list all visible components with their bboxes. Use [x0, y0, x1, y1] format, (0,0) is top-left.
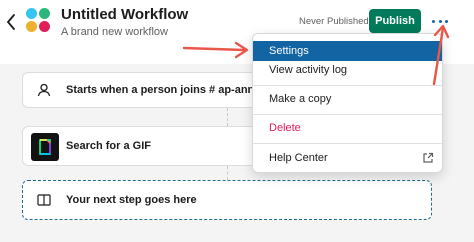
- workflow-options-menu: Settings View activity log Make a copy D…: [252, 33, 443, 173]
- publish-button[interactable]: Publish: [369, 9, 421, 33]
- publish-status: Never Published: [299, 16, 369, 27]
- menu-item-make-a-copy[interactable]: Make a copy: [253, 89, 442, 109]
- chevron-left-icon[interactable]: [4, 12, 18, 32]
- external-link-icon: [423, 152, 434, 163]
- gif-app-icon: [31, 133, 59, 161]
- menu-divider: [253, 143, 442, 144]
- menu-item-delete[interactable]: Delete: [253, 118, 442, 138]
- workflow-title[interactable]: Untitled Workflow: [61, 6, 188, 23]
- book-icon: [37, 194, 51, 206]
- menu-item-view-activity-log[interactable]: View activity log: [253, 60, 442, 80]
- workflow-logo-icon: [26, 8, 52, 34]
- gif-step-label: Search for a GIF: [66, 140, 151, 152]
- next-step-placeholder[interactable]: Your next step goes here: [22, 180, 432, 220]
- ellipsis-icon[interactable]: [430, 14, 450, 28]
- menu-item-settings[interactable]: Settings: [253, 41, 442, 61]
- menu-item-help-center[interactable]: Help Center: [253, 148, 442, 168]
- step-connector: [227, 166, 228, 180]
- menu-divider: [253, 114, 442, 115]
- step-connector: [227, 108, 228, 126]
- person-icon: [37, 83, 51, 97]
- menu-divider: [253, 85, 442, 86]
- workflow-subtitle[interactable]: A brand new workflow: [61, 26, 168, 38]
- help-center-label: Help Center: [269, 152, 328, 164]
- next-step-label: Your next step goes here: [66, 194, 197, 206]
